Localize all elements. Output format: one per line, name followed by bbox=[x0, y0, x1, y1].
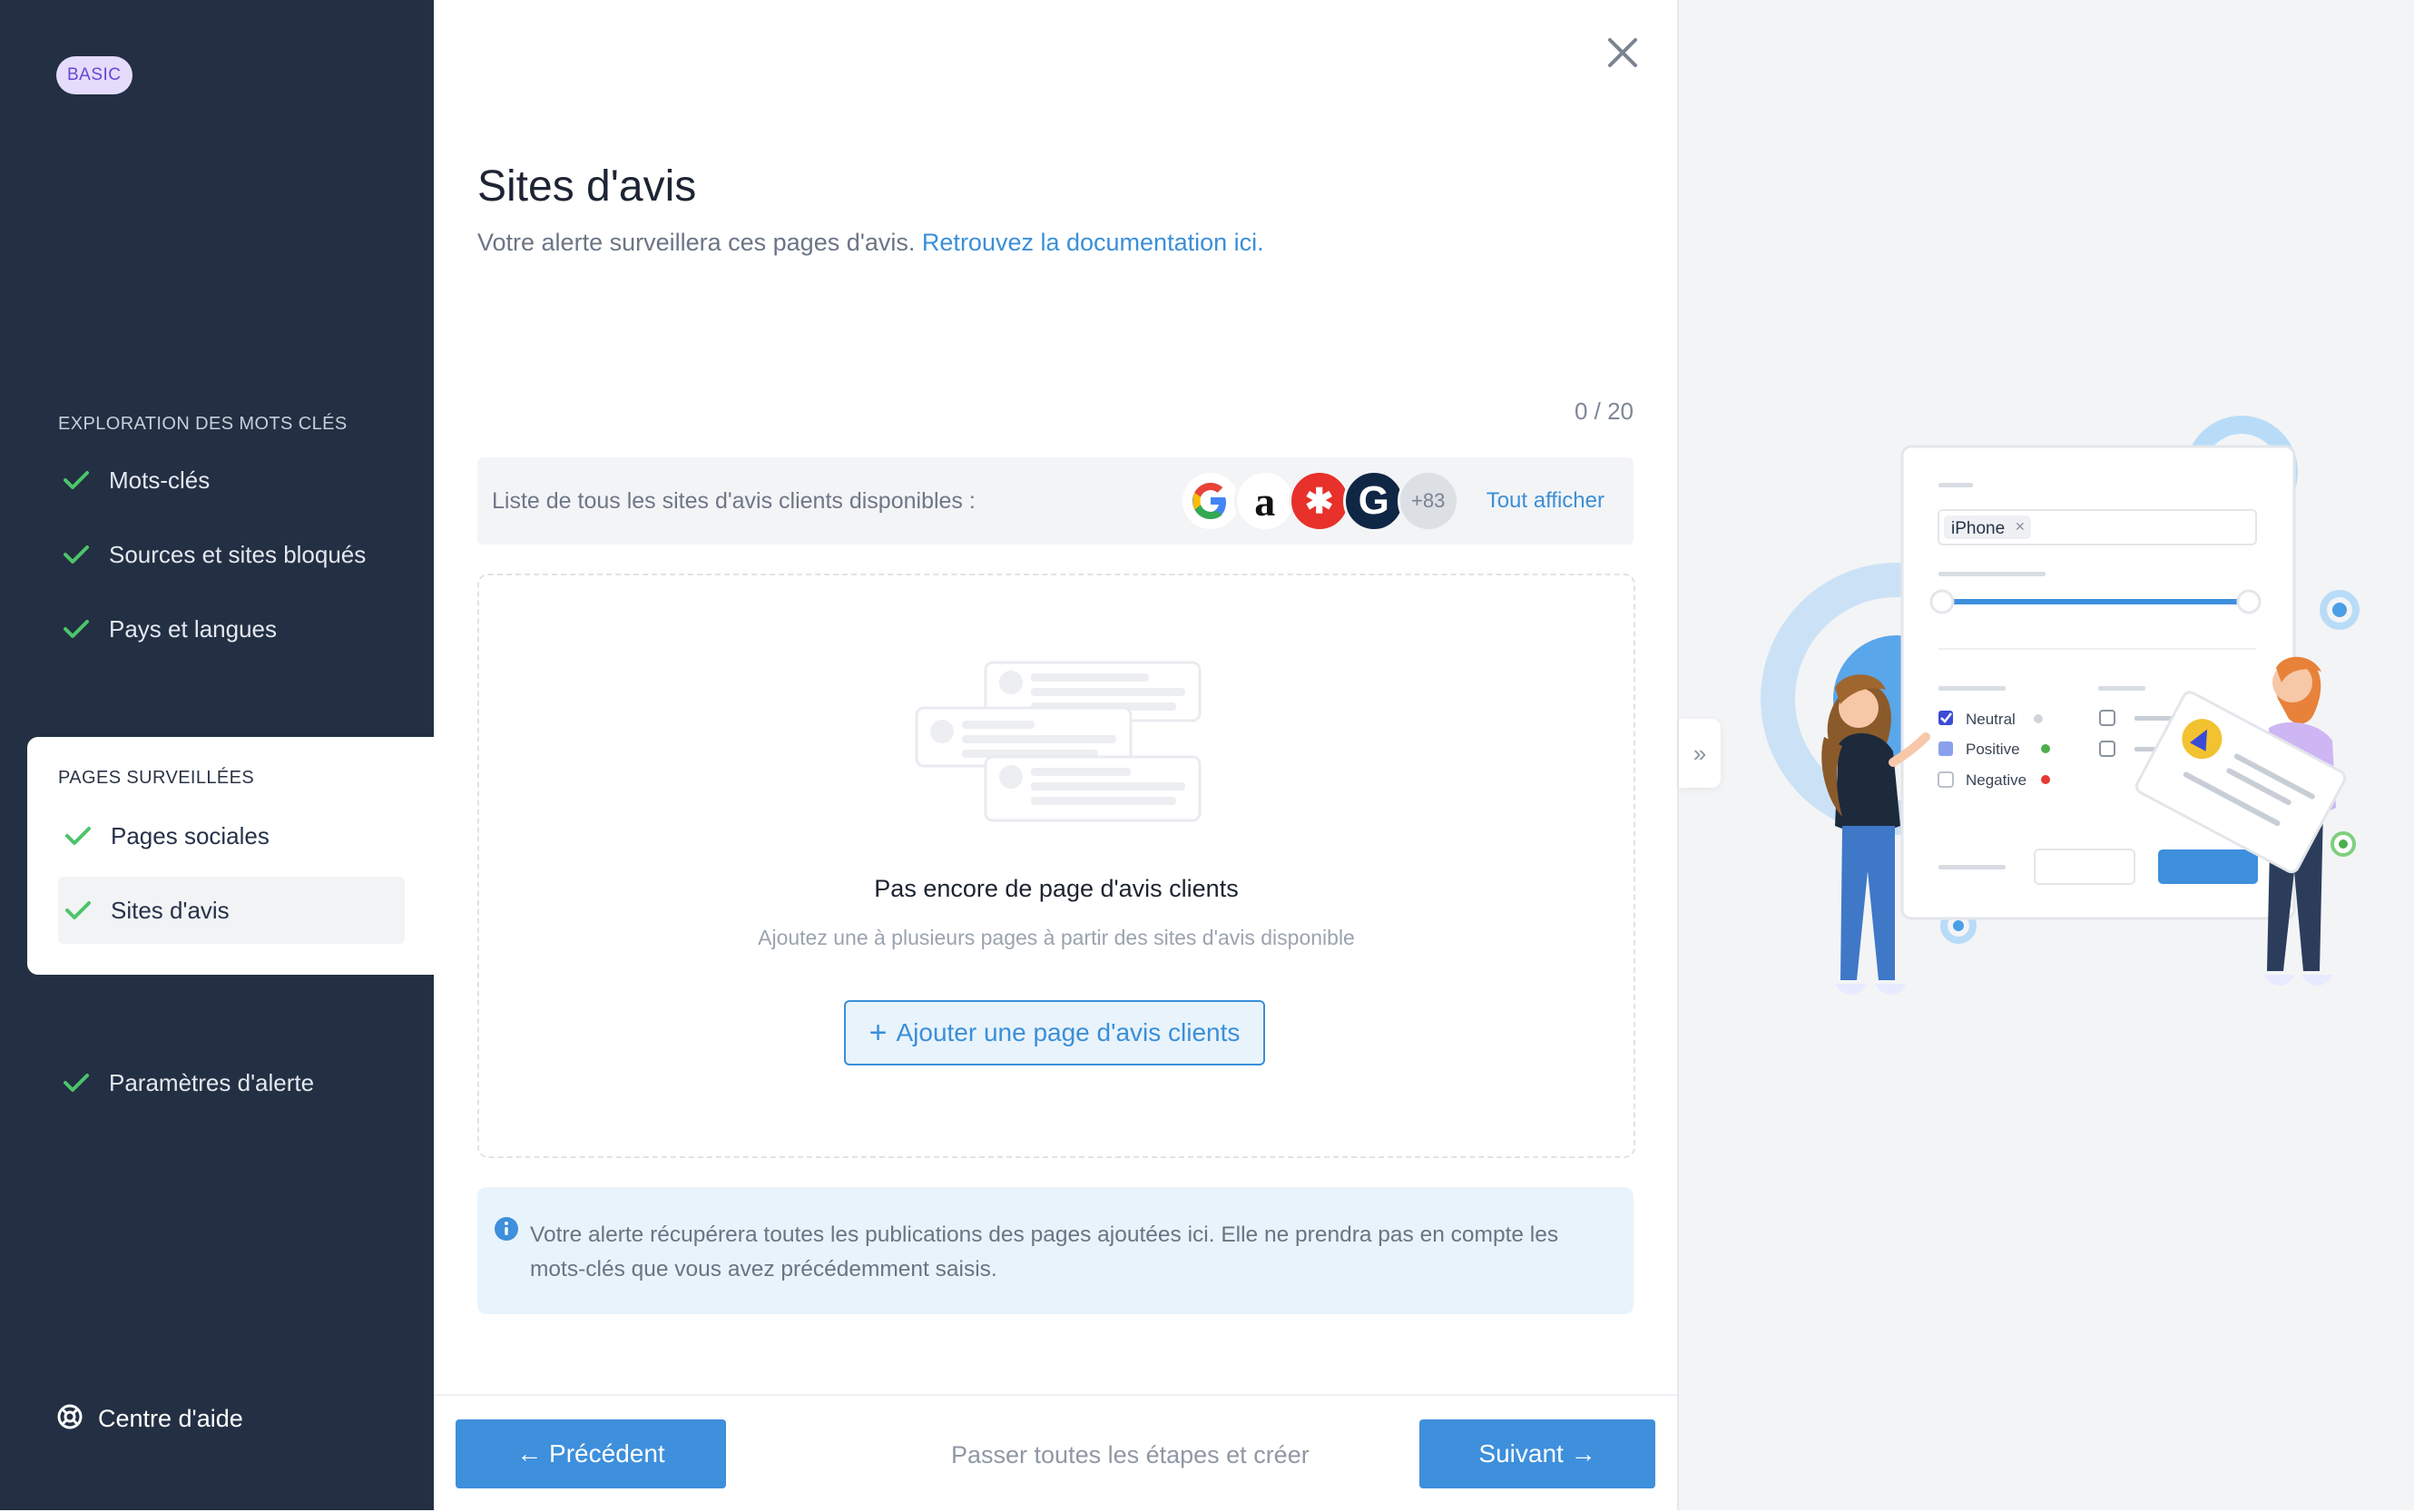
skip-all-steps-link[interactable]: Passer toutes les étapes et créer bbox=[951, 1441, 1310, 1469]
check-icon bbox=[56, 1072, 96, 1094]
next-button[interactable]: Suivant → bbox=[1419, 1419, 1655, 1488]
add-review-page-label: Ajouter une page d'avis clients bbox=[896, 1018, 1241, 1046]
site-logos[interactable]: a ✱ G +83 bbox=[1179, 470, 1459, 532]
yelp-logo-icon: ✱ bbox=[1288, 470, 1350, 532]
step-review-sites[interactable]: Sites d'avis bbox=[58, 877, 405, 944]
info-icon bbox=[494, 1216, 519, 1246]
step-label: Mots-clés bbox=[109, 466, 211, 494]
help-center-link[interactable]: Centre d'aide bbox=[56, 1403, 243, 1435]
svg-text:✕: ✕ bbox=[2015, 519, 2026, 534]
amazon-logo-icon: a bbox=[1233, 470, 1296, 532]
info-notice-text: Votre alerte récupérera toutes les publi… bbox=[530, 1222, 1559, 1281]
help-center-label: Centre d'aide bbox=[98, 1405, 243, 1432]
footer-bar: ← Précédent Passer toutes les étapes et … bbox=[434, 1394, 1677, 1512]
check-icon bbox=[56, 618, 96, 640]
pages-counter: 0 / 20 bbox=[1574, 398, 1634, 425]
step-label: Pages sociales bbox=[111, 821, 270, 849]
empty-state: Pas encore de page d'avis clients Ajoute… bbox=[477, 574, 1635, 1158]
google-logo-icon bbox=[1179, 470, 1241, 532]
monitored-pages-group: PAGES SURVEILLÉES Pages sociales Sites d… bbox=[27, 737, 436, 975]
previous-button[interactable]: ← Précédent bbox=[456, 1419, 726, 1488]
check-icon bbox=[56, 544, 96, 565]
add-review-page-button[interactable]: + Ajouter une page d'avis clients bbox=[844, 1000, 1265, 1065]
step-label: Sites d'avis bbox=[111, 896, 230, 924]
available-sites-bar: Liste de tous les sites d'avis clients d… bbox=[477, 457, 1634, 545]
page-title: Sites d'avis bbox=[477, 162, 697, 211]
check-icon bbox=[58, 899, 98, 921]
check-icon bbox=[56, 469, 96, 491]
check-icon bbox=[58, 825, 98, 847]
lifebuoy-icon bbox=[56, 1403, 83, 1435]
step-countries-languages[interactable]: Pays et langues bbox=[56, 595, 403, 663]
main-content: Sites d'avis Votre alerte surveillera ce… bbox=[434, 0, 1677, 1510]
documentation-link[interactable]: Retrouvez la documentation ici. bbox=[922, 229, 1264, 256]
available-sites-label: Liste de tous les sites d'avis clients d… bbox=[492, 487, 976, 514]
svg-text:Positive: Positive bbox=[1966, 741, 2020, 758]
step-label: Paramètres d'alerte bbox=[109, 1068, 315, 1096]
sidebar: BASIC EXPLORATION DES MOTS CLÉS Mots-clé… bbox=[0, 0, 436, 1510]
svg-text:Neutral: Neutral bbox=[1966, 711, 2016, 728]
step-sources[interactable]: Sources et sites bloqués bbox=[56, 521, 403, 588]
empty-state-subtitle: Ajoutez une à plusieurs pages à partir d… bbox=[758, 926, 1355, 949]
step-social-pages[interactable]: Pages sociales bbox=[58, 802, 405, 869]
section-title-monitored-pages: PAGES SURVEILLÉES bbox=[58, 768, 255, 788]
glassdoor-logo-icon: G bbox=[1342, 470, 1405, 532]
info-notice: Votre alerte récupérera toutes les publi… bbox=[477, 1187, 1634, 1314]
illustration-panel: » iPhone ✕ Neutral Positive Negative bbox=[1677, 0, 2414, 1510]
section-title-keywords: EXPLORATION DES MOTS CLÉS bbox=[58, 414, 348, 434]
monitoring-illustration: iPhone ✕ Neutral Positive Negative bbox=[1761, 416, 2360, 995]
subtitle-text: Votre alerte surveillera ces pages d'avi… bbox=[477, 229, 916, 256]
empty-state-title: Pas encore de page d'avis clients bbox=[874, 875, 1239, 902]
show-all-link[interactable]: Tout afficher bbox=[1487, 488, 1604, 514]
search-chip-text: iPhone bbox=[1951, 519, 2005, 538]
collapse-panel-icon[interactable]: » bbox=[1679, 719, 1721, 788]
plus-icon: + bbox=[868, 1016, 888, 1050]
step-alert-settings[interactable]: Paramètres d'alerte bbox=[56, 1049, 403, 1116]
more-sites-count: +83 bbox=[1397, 470, 1459, 532]
step-label: Pays et langues bbox=[109, 614, 278, 643]
empty-list-illustration bbox=[915, 661, 1202, 822]
step-label: Sources et sites bloqués bbox=[109, 540, 367, 568]
step-keywords[interactable]: Mots-clés bbox=[56, 447, 403, 514]
svg-text:Negative: Negative bbox=[1966, 771, 2026, 789]
page-subtitle: Votre alerte surveillera ces pages d'avi… bbox=[477, 229, 1264, 257]
plan-badge: BASIC bbox=[56, 56, 132, 94]
close-icon[interactable] bbox=[1604, 34, 1641, 71]
